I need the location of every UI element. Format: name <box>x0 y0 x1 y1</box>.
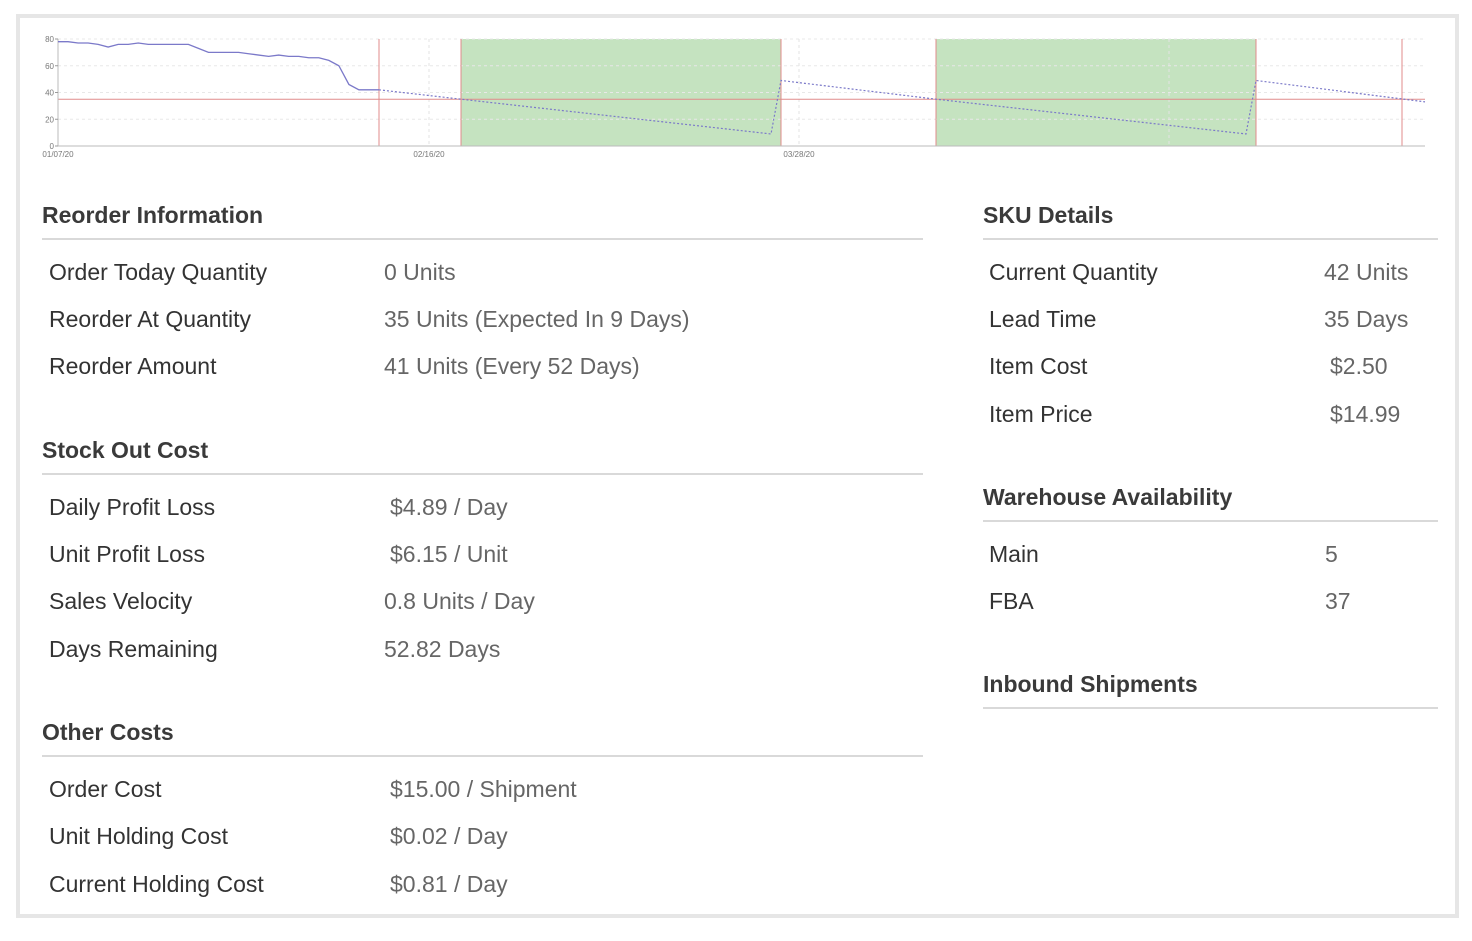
unit-holding-cost-label: Unit Holding Cost <box>49 823 228 849</box>
order-today-quantity-value: 0 Units <box>384 259 456 285</box>
current-quantity-value: 42 Units <box>1324 259 1409 285</box>
order-cost-label: Order Cost <box>49 776 162 802</box>
current-holding-cost-label: Current Holding Cost <box>49 871 264 897</box>
stock-out-cost-title: Stock Out Cost <box>42 437 923 475</box>
sales-velocity-value: 0.8 Units / Day <box>384 588 535 614</box>
current-quantity-label: Current Quantity <box>989 259 1158 285</box>
y-tick-label-20: 20 <box>45 115 54 124</box>
y-tick-label-80: 80 <box>45 36 54 44</box>
reorder-at-quantity-value: 35 Units (Expected In 9 Days) <box>384 306 690 332</box>
daily-profit-loss-value: $4.89 / Day <box>390 494 508 520</box>
sku-detail-panel: 0 20 40 60 80 01/07/20 02/16/20 03/28/20 Reorde… <box>16 14 1459 918</box>
days-remaining-label: Days Remaining <box>49 636 218 662</box>
current-holding-cost-value: $0.81 / Day <box>390 871 508 897</box>
item-cost-value: $2.50 <box>1330 353 1388 379</box>
item-price-value: $14.99 <box>1330 401 1401 427</box>
warehouse-availability-title: Warehouse Availability <box>983 484 1438 522</box>
other-costs-title: Other Costs <box>42 719 923 757</box>
warehouse-fba-label: FBA <box>989 588 1034 614</box>
daily-profit-loss-label: Daily Profit Loss <box>49 494 216 520</box>
warehouse-main-value: 5 <box>1325 541 1338 567</box>
inventory-forecast-chart: 0 20 40 60 80 01/07/20 02/16/20 03/28/20 <box>40 36 1445 182</box>
item-cost-label: Item Cost <box>989 353 1088 379</box>
reorder-information-title: Reorder Information <box>42 202 923 240</box>
chart-svg: 02040608001/07/20 02/16/20 03/28/20 <box>42 36 1426 159</box>
x-tick-label-3: 03/28/20 <box>783 150 815 159</box>
reorder-amount-value: 41 Units (Every 52 Days) <box>384 353 640 379</box>
order-cost-value: $15.00 / Shipment <box>390 776 577 802</box>
sku-details-title: SKU Details <box>983 202 1438 240</box>
order-today-quantity-label: Order Today Quantity <box>49 259 268 285</box>
days-remaining-value: 52.82 Days <box>384 636 501 662</box>
warehouse-main-label: Main <box>989 541 1039 567</box>
x-tick-label-1: 01/07/20 <box>42 150 74 159</box>
unit-profit-loss-value: $6.15 / Unit <box>390 541 508 567</box>
warehouse-fba-value: 37 <box>1325 588 1351 614</box>
y-tick-label-40: 40 <box>45 89 54 98</box>
reorder-at-quantity-label: Reorder At Quantity <box>49 306 251 332</box>
lead-time-label: Lead Time <box>989 306 1097 332</box>
inbound-shipments-title: Inbound Shipments <box>983 671 1438 709</box>
sales-velocity-label: Sales Velocity <box>49 588 193 614</box>
unit-profit-loss-label: Unit Profit Loss <box>49 541 205 567</box>
reorder-amount-label: Reorder Amount <box>49 353 217 379</box>
y-tick-label-60: 60 <box>45 62 54 71</box>
lead-time-value: 35 Days <box>1324 306 1409 332</box>
unit-holding-cost-value: $0.02 / Day <box>390 823 508 849</box>
x-tick-label-2: 02/16/20 <box>413 150 445 159</box>
item-price-label: Item Price <box>989 401 1093 427</box>
